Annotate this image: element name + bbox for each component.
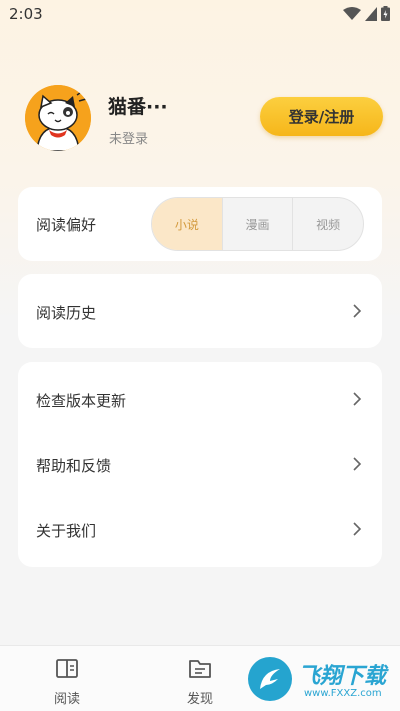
settings-menu-card: 检查版本更新 帮助和反馈 关于我们: [18, 362, 382, 567]
status-time: 2:03: [9, 5, 43, 23]
chevron-right-icon: [353, 304, 362, 318]
nav-label-discover: 发现: [186, 692, 213, 707]
status-icons: [343, 6, 390, 21]
lucky-cat-avatar-icon: [25, 85, 91, 151]
menu-item-label: 关于我们: [36, 522, 97, 540]
avatar[interactable]: [25, 85, 91, 151]
reading-history-label: 阅读历史: [36, 304, 97, 322]
chevron-right-icon: [353, 392, 362, 406]
nav-label-read: 阅读: [53, 692, 80, 707]
chevron-right-icon: [353, 457, 362, 471]
menu-item-help-feedback[interactable]: 帮助和反馈: [18, 435, 382, 495]
menu-item-label: 帮助和反馈: [36, 457, 112, 475]
reading-preference-selector: 小说 漫画 视频: [151, 197, 364, 251]
preference-option-comic[interactable]: 漫画: [221, 198, 293, 250]
username: 猫番···: [108, 96, 168, 118]
login-register-button[interactable]: 登录/注册: [260, 97, 383, 136]
book-icon: [56, 659, 78, 678]
menu-item-check-update[interactable]: 检查版本更新: [18, 370, 382, 430]
wifi-icon: [343, 6, 361, 20]
watermark-circle-icon: [248, 657, 292, 701]
nav-item-discover[interactable]: 发现: [150, 646, 250, 711]
status-bar: 2:03: [0, 0, 400, 28]
chevron-right-icon: [353, 522, 362, 536]
watermark-logo: 飞翔下载 www.FXXZ.com: [246, 654, 394, 706]
reading-preference-card: 阅读偏好 小说 漫画 视频: [18, 187, 382, 261]
watermark-text: 飞翔下载: [298, 664, 387, 689]
watermark-url: www.FXXZ.com: [304, 688, 382, 699]
battery-icon: [381, 6, 390, 21]
reading-preference-label: 阅读偏好: [36, 216, 97, 234]
login-status: 未登录: [109, 132, 149, 147]
nav-item-read[interactable]: 阅读: [17, 646, 117, 711]
discover-icon: [189, 660, 211, 678]
menu-item-label: 检查版本更新: [36, 392, 127, 410]
preference-option-novel[interactable]: 小说: [152, 198, 222, 250]
menu-item-about-us[interactable]: 关于我们: [18, 500, 382, 560]
reading-history-card[interactable]: 阅读历史: [18, 274, 382, 348]
preference-option-video[interactable]: 视频: [292, 198, 363, 250]
signal-icon: [365, 6, 377, 21]
